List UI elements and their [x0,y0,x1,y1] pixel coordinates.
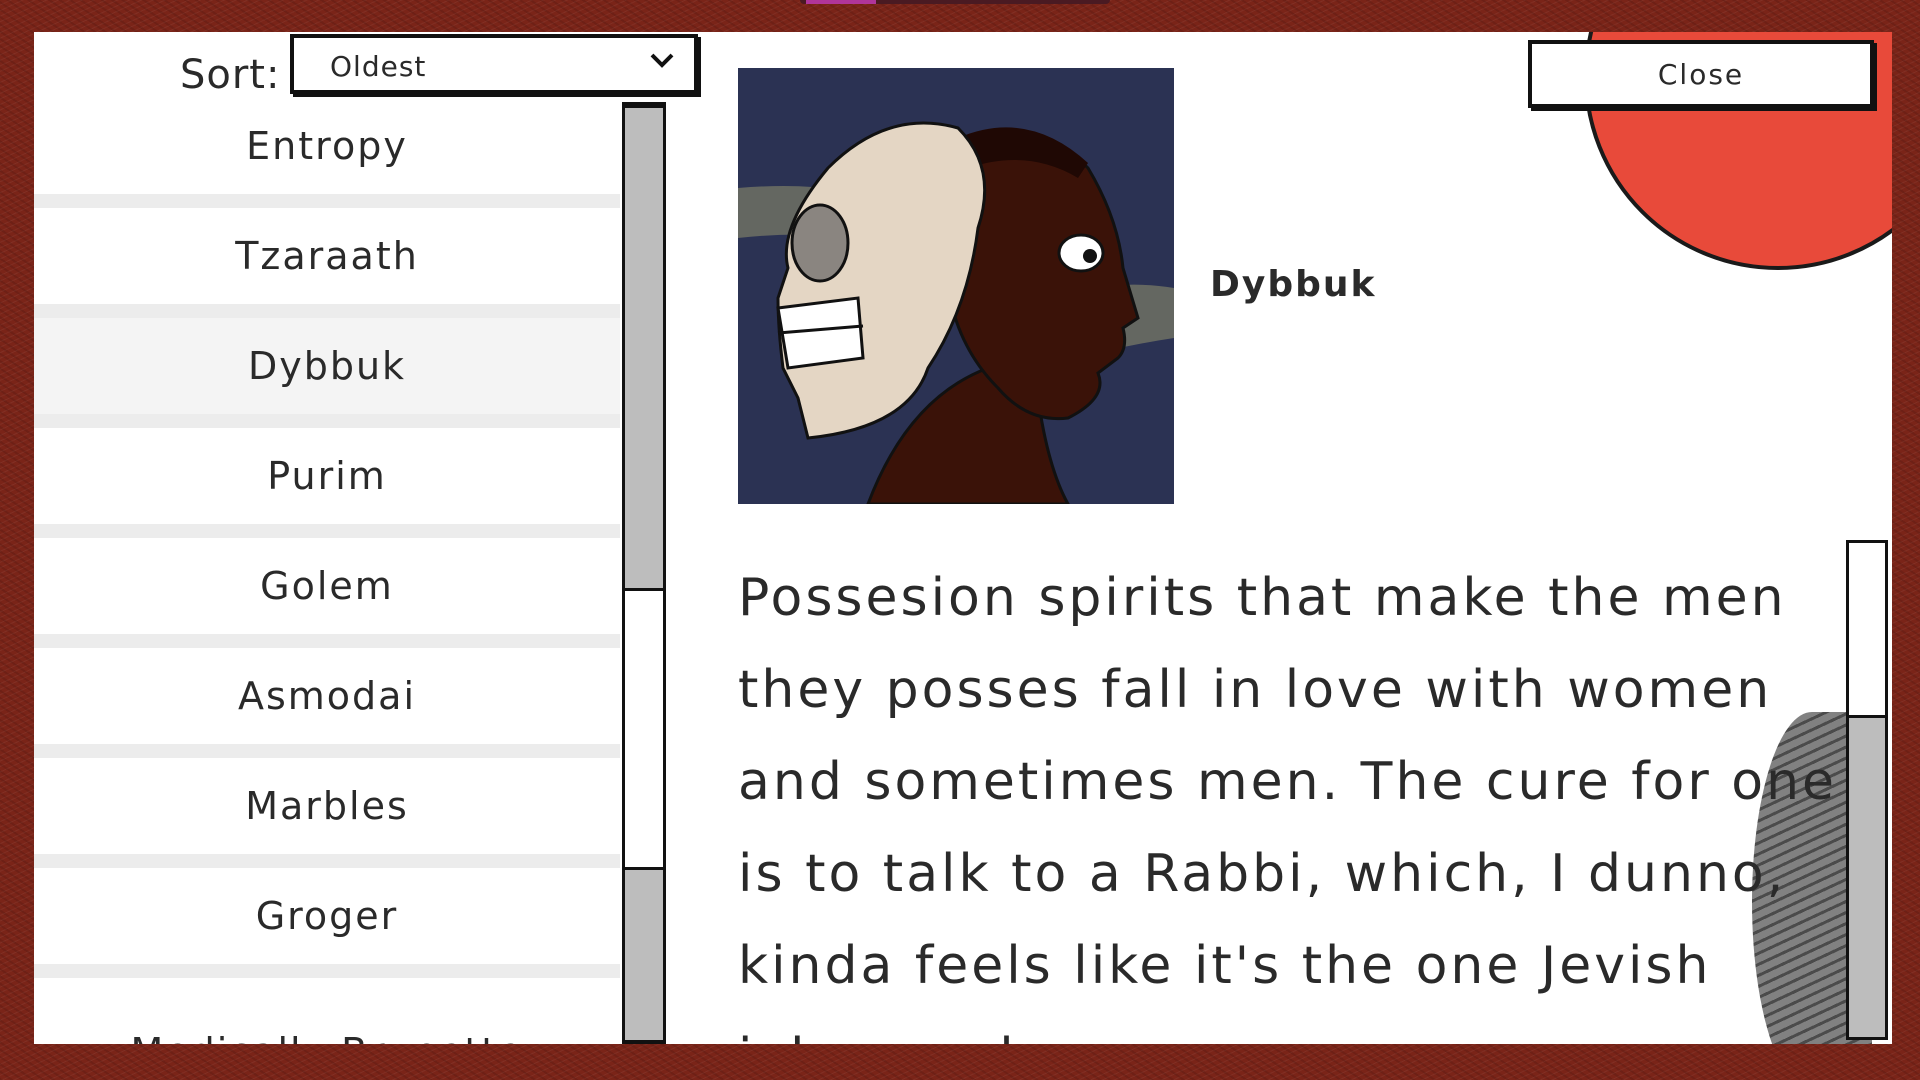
list-item-marbles[interactable]: Marbles [34,758,620,868]
glossary-panel: Sort: Oldest Entropy Tzaraath Dybbuk Pur… [34,32,1892,1044]
list-item-tzaraath[interactable]: Tzaraath [34,208,620,318]
list-item-label: Dybbuk [247,344,407,388]
list-item-asmodai[interactable]: Asmodai [34,648,620,758]
list-item-label: Golem [260,564,394,608]
sort-label: Sort: [180,52,281,98]
description-scrollbar[interactable] [1846,540,1888,1040]
entry-description: Possesion spirits that make the men they… [738,568,1838,1044]
list-item-label: Entropy [246,124,408,168]
sort-selected-value: Oldest [330,50,427,83]
entry-list: Entropy Tzaraath Dybbuk Purim Golem Asmo… [34,98,622,1044]
list-item-medically-brunette[interactable]: Medically Brunette [34,978,620,1044]
list-item-label: Groger [255,894,399,938]
list-scrollbar[interactable] [622,102,666,1044]
entry-portrait [738,68,1174,506]
entry-title: Dybbuk [1210,264,1377,305]
list-item-groger[interactable]: Groger [34,868,620,978]
close-button[interactable]: Close [1528,40,1874,108]
skull-profile-icon [738,68,1174,506]
list-item-golem[interactable]: Golem [34,538,620,648]
list-item-entropy[interactable]: Entropy [34,98,620,208]
description-scrollbar-thumb[interactable] [1849,543,1885,718]
top-tab-decoration [800,0,1110,4]
list-item-label: Marbles [245,784,409,828]
list-item-label: Tzaraath [235,234,419,278]
list-item-label: Medically Brunette [130,1030,523,1044]
list-item-label: Asmodai [237,674,417,718]
list-item-dybbuk[interactable]: Dybbuk [34,318,620,428]
sort-dropdown[interactable]: Oldest [290,34,698,94]
chevron-down-icon [648,46,676,82]
list-item-label: Purim [267,454,387,498]
list-scrollbar-thumb[interactable] [625,588,663,870]
list-item-purim[interactable]: Purim [34,428,620,538]
